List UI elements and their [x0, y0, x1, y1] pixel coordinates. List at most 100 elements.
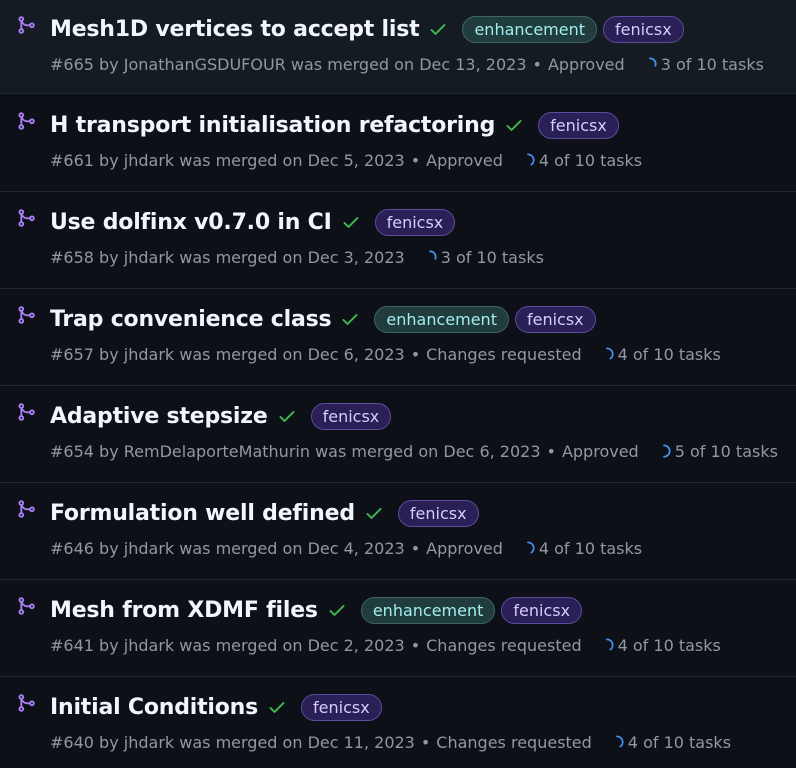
git-merge-icon [16, 111, 36, 131]
pull-request-title-link[interactable]: Trap convenience class [50, 307, 332, 332]
task-progress[interactable]: 5 of 10 tasks [657, 442, 778, 461]
review-status-link[interactable]: Approved [426, 151, 503, 170]
pull-request-title-link[interactable]: H transport initialisation refactoring [50, 113, 495, 138]
check-icon[interactable] [341, 212, 361, 232]
label-fenicsx[interactable]: fenicsx [538, 111, 619, 139]
author-link[interactable]: jhdark [124, 345, 174, 364]
pull-request-meta: #640 by jhdark was merged on Dec 11, 202… [50, 730, 731, 754]
task-progress[interactable]: 4 of 10 tasks [600, 636, 721, 655]
pull-request-row[interactable]: Adaptive stepsize fenicsx #654 by RemDelap… [0, 387, 796, 483]
merged-text: was merged on [179, 150, 303, 170]
label-enhancement[interactable]: enhancement [360, 596, 496, 624]
pull-request-title-line: Initial Conditions fenicsx [50, 690, 382, 724]
git-merge-icon [16, 208, 36, 228]
task-progress-text: 4 of 10 tasks [538, 150, 643, 170]
merged-date: Dec 6, 2023 [307, 344, 405, 364]
author-link[interactable]: jhdark [124, 151, 174, 170]
label-fenicsx[interactable]: fenicsx [310, 402, 392, 430]
pull-request-title-link[interactable]: Adaptive stepsize [50, 404, 268, 429]
pull-request-row[interactable]: Formulation well defined fenicsx #646 by j… [0, 484, 796, 580]
check-icon[interactable] [267, 697, 287, 717]
git-merge-icon [16, 596, 36, 616]
pull-request-row[interactable]: Mesh from XDMF files enhancement fenicsx #6… [0, 581, 796, 677]
progress-circle-icon [423, 250, 437, 264]
pull-request-meta: #646 by jhdark was merged on Dec 4, 2023… [50, 536, 642, 560]
merged-text: was merged on [179, 247, 303, 267]
check-icon[interactable] [340, 309, 360, 329]
check-icon[interactable] [504, 115, 524, 135]
separator-dot: • [410, 150, 421, 170]
pull-request-meta: #657 by jhdark was merged on Dec 6, 2023… [50, 342, 721, 366]
author-link[interactable]: jhdark [124, 539, 174, 558]
progress-circle-icon [643, 57, 657, 71]
author-link[interactable]: JonathanGSDUFOUR [124, 55, 286, 74]
pull-request-meta: #658 by jhdark was merged on Dec 3, 2023… [50, 245, 544, 269]
task-progress[interactable]: 4 of 10 tasks [600, 345, 721, 364]
separator-dot: • [410, 635, 421, 655]
check-icon[interactable] [277, 406, 297, 426]
git-merge-icon [16, 499, 36, 519]
task-progress-text: 3 of 10 tasks [440, 247, 544, 267]
check-icon[interactable] [327, 600, 347, 620]
separator-dot: • [546, 441, 556, 461]
label-fenicsx[interactable]: fenicsx [514, 305, 596, 333]
pull-request-number: #654 [50, 441, 94, 461]
label-enhancement[interactable]: enhancement [462, 15, 598, 43]
task-progress[interactable]: 4 of 10 tasks [521, 539, 642, 558]
progress-circle-icon [600, 638, 614, 652]
pull-request-title-link[interactable]: Mesh from XDMF files [50, 598, 318, 623]
review-status-link[interactable]: Approved [426, 539, 503, 558]
pull-request-row[interactable]: H transport initialisation refactoring fe… [0, 96, 796, 192]
pull-request-row[interactable]: Use dolfinx v0.7.0 in CI fenicsx #658 by j… [0, 193, 796, 289]
author-link[interactable]: jhdark [124, 636, 174, 655]
pull-request-meta: #641 by jhdark was merged on Dec 2, 2023… [50, 633, 721, 657]
pull-request-row[interactable]: Mesh1D vertices to accept list enhancemen… [0, 0, 796, 94]
merged-text: was merged on [179, 635, 303, 655]
task-progress[interactable]: 3 of 10 tasks [423, 248, 544, 267]
pull-request-meta: #654 by RemDelaporteMathurin was merged … [50, 439, 778, 463]
task-progress[interactable]: 4 of 10 tasks [521, 151, 642, 170]
review-status-link[interactable]: Changes requested [436, 733, 592, 752]
pull-request-title-line: Mesh1D vertices to accept list enhancemen… [50, 12, 684, 46]
review-status-link[interactable]: Approved [548, 55, 625, 74]
label-enhancement[interactable]: enhancement [374, 305, 509, 333]
label-fenicsx[interactable]: fenicsx [603, 15, 684, 43]
pull-request-title-link[interactable]: Use dolfinx v0.7.0 in CI [50, 210, 332, 235]
pull-request-row[interactable]: Initial Conditions fenicsx #640 by jhdark … [0, 678, 796, 768]
pull-request-title-link[interactable]: Initial Conditions [50, 695, 258, 720]
separator-dot: • [410, 344, 421, 364]
check-icon[interactable] [428, 19, 448, 39]
merged-date: Dec 4, 2023 [307, 538, 405, 558]
label-fenicsx[interactable]: fenicsx [374, 208, 456, 236]
review-status-link[interactable]: Approved [562, 442, 639, 461]
label-fenicsx[interactable]: fenicsx [397, 499, 479, 527]
author-link[interactable]: jhdark [124, 733, 174, 752]
task-progress-text: 4 of 10 tasks [627, 732, 732, 752]
merged-date: Dec 5, 2023 [307, 150, 405, 170]
git-merge-icon [16, 693, 36, 713]
merged-date: Dec 6, 2023 [443, 441, 541, 461]
review-status-link[interactable]: Changes requested [426, 636, 582, 655]
label-fenicsx[interactable]: fenicsx [301, 693, 382, 721]
pull-request-number: #646 [50, 538, 94, 558]
check-icon[interactable] [364, 503, 384, 523]
git-merge-icon [16, 402, 36, 422]
merged-date: Dec 3, 2023 [307, 247, 405, 267]
label-fenicsx[interactable]: fenicsx [501, 596, 583, 624]
merged-text: was merged on [315, 441, 439, 461]
pull-request-title-link[interactable]: Formulation well defined [50, 501, 355, 526]
pull-request-row[interactable]: Trap convenience class enhancement fenicsx… [0, 290, 796, 386]
merged-text: was merged on [179, 732, 303, 752]
by-text: by [99, 150, 119, 170]
task-progress[interactable]: 3 of 10 tasks [643, 55, 764, 74]
pull-request-title-line: Trap convenience class enhancement fenicsx [50, 302, 596, 336]
author-link[interactable]: jhdark [124, 248, 174, 267]
author-link[interactable]: RemDelaporteMathurin [124, 442, 310, 461]
pull-request-title-line: Use dolfinx v0.7.0 in CI fenicsx [50, 205, 456, 239]
pull-request-title-line: Formulation well defined fenicsx [50, 496, 479, 530]
pull-request-title-link[interactable]: Mesh1D vertices to accept list [50, 17, 420, 42]
progress-circle-icon [521, 153, 535, 167]
task-progress[interactable]: 4 of 10 tasks [610, 733, 731, 752]
merged-date: Dec 13, 2023 [419, 54, 527, 74]
review-status-link[interactable]: Changes requested [426, 345, 582, 364]
